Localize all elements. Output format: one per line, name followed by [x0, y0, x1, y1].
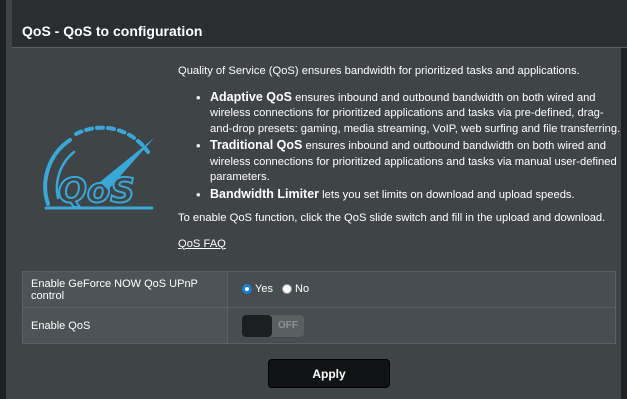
enable-qos-row: Enable QoS OFF	[22, 307, 616, 344]
description: Quality of Service (QoS) ensures bandwid…	[178, 64, 623, 252]
top-strip	[12, 0, 627, 14]
geforce-value: Yes No	[227, 271, 616, 308]
geforce-row: Enable GeForce NOW QoS UPnP control Yes …	[22, 271, 616, 308]
qos-faq-link[interactable]: QoS FAQ	[178, 237, 226, 253]
logo-text: QoS	[58, 171, 135, 211]
toggle-knob	[242, 314, 272, 337]
feature-bandwidth-limiter: Bandwidth Limiter lets you set limits on…	[196, 187, 623, 204]
geforce-label: Enable GeForce NOW QoS UPnP control	[22, 271, 228, 308]
enable-qos-value: OFF	[227, 307, 616, 344]
enable-qos-label: Enable QoS	[22, 307, 228, 344]
feature-list: Adaptive QoS ensures inbound and outboun…	[196, 90, 623, 204]
enable-qos-toggle[interactable]: OFF	[242, 314, 304, 337]
feature-traditional-qos: Traditional QoS ensures inbound and outb…	[196, 138, 623, 186]
page-title: QoS - QoS to configuration	[22, 23, 203, 39]
enable-note: To enable QoS function, click the QoS sl…	[178, 212, 606, 224]
radio-unselected-icon	[282, 283, 293, 294]
title-bar: QoS - QoS to configuration	[12, 14, 627, 48]
qos-gauge-icon: QoS	[43, 125, 154, 212]
settings-table: Enable GeForce NOW QoS UPnP control Yes …	[22, 271, 616, 344]
toggle-state: OFF	[278, 319, 298, 331]
qos-config-panel: QoS - QoS to configuration QoS Quality o…	[0, 0, 627, 399]
intro-text: Quality of Service (QoS) ensures bandwid…	[178, 65, 580, 77]
geforce-yes-radio[interactable]: Yes	[242, 283, 273, 295]
radio-selected-icon	[242, 283, 252, 294]
feature-adaptive-qos: Adaptive QoS ensures inbound and outboun…	[196, 90, 623, 138]
apply-button[interactable]: Apply	[268, 359, 390, 388]
geforce-no-radio[interactable]: No	[282, 283, 309, 295]
